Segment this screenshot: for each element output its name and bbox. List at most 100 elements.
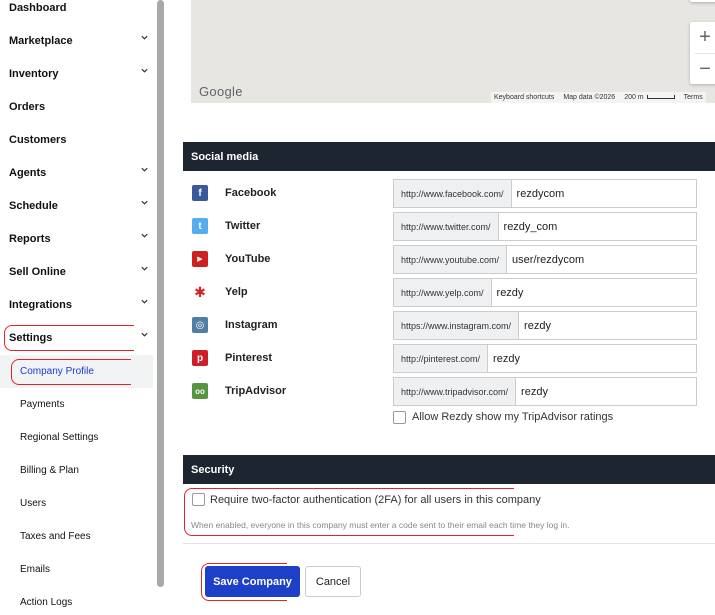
- url-input-group: https://www.instagram.com/: [393, 311, 697, 340]
- pinterest-icon: p: [192, 350, 208, 366]
- chevron-down-icon: [141, 68, 148, 73]
- url-prefix: https://www.instagram.com/: [394, 312, 520, 339]
- chevron-down-icon: [141, 233, 148, 238]
- sidebar-item-inventory[interactable]: Inventory: [0, 57, 155, 90]
- url-prefix: http://www.tripadvisor.com/: [394, 378, 517, 405]
- map-zoom-controls: + −: [690, 22, 715, 84]
- social-row-instagram: ◎ Instagram https://www.instagram.com/: [191, 311, 698, 340]
- sidebar-item-label: Settings: [9, 331, 53, 344]
- social-media-header: Social media: [183, 142, 715, 171]
- keyboard-shortcuts-link[interactable]: Keyboard shortcuts: [494, 94, 554, 101]
- facebook-handle-input[interactable]: [511, 180, 696, 207]
- sidebar-subitem-label: Company Profile: [20, 366, 94, 377]
- sidebar-subitem-action-logs[interactable]: Action Logs: [0, 586, 153, 615]
- sidebar-subitem-payments[interactable]: Payments: [0, 388, 153, 421]
- social-row-facebook: f Facebook http://www.facebook.com/: [191, 179, 698, 208]
- tripadvisor-ratings-checkbox[interactable]: [393, 411, 406, 424]
- url-input-group: http://www.twitter.com/: [393, 212, 697, 241]
- map-control-button[interactable]: [690, 0, 715, 2]
- twofa-label: Require two-factor authentication (2FA) …: [210, 494, 541, 506]
- social-label: Yelp: [225, 286, 248, 298]
- sidebar-item-reports[interactable]: Reports: [0, 222, 155, 255]
- sidebar-item-marketplace[interactable]: Marketplace: [0, 24, 155, 57]
- pinterest-handle-input[interactable]: [488, 345, 689, 372]
- social-row-pinterest: p Pinterest http://pinterest.com/: [191, 344, 698, 373]
- url-input-group: http://www.tripadvisor.com/: [393, 377, 697, 406]
- social-label: Twitter: [225, 220, 261, 232]
- url-input-group: http://www.facebook.com/: [393, 179, 697, 208]
- sidebar-item-label: Orders: [9, 100, 46, 113]
- twofa-checkbox[interactable]: [192, 493, 205, 506]
- tripadvisor-ratings-label: Allow Rezdy show my TripAdvisor ratings: [412, 411, 614, 423]
- sidebar-item-label: Schedule: [9, 199, 58, 212]
- sidebar-item-label: Marketplace: [9, 34, 73, 47]
- map-footer: Keyboard shortcuts Map data ©2026 200 m …: [491, 92, 706, 103]
- url-prefix: http://www.yelp.com/: [394, 279, 492, 306]
- chevron-down-icon: [141, 35, 148, 40]
- instagram-handle-input[interactable]: [519, 312, 690, 339]
- sidebar-subitem-label: Regional Settings: [20, 432, 99, 443]
- sidebar-subitem-label: Taxes and Fees: [20, 531, 91, 542]
- sidebar-subitem-label: Payments: [20, 399, 65, 410]
- main-content: + − Google Keyboard shortcuts Map data ©…: [183, 0, 715, 615]
- sidebar-item-label: Dashboard: [9, 1, 67, 14]
- social-label: Facebook: [225, 187, 277, 199]
- sidebar-subitem-label: Users: [20, 498, 47, 509]
- zoom-out-button[interactable]: −: [690, 54, 715, 84]
- section-title: Social media: [191, 150, 259, 163]
- google-logo: Google: [199, 84, 243, 99]
- social-row-youtube: ▶ YouTube http://www.youtube.com/: [191, 245, 698, 274]
- url-input-group: http://www.youtube.com/: [393, 245, 697, 274]
- url-prefix: http://www.twitter.com/: [394, 213, 499, 240]
- sidebar-item-agents[interactable]: Agents: [0, 156, 155, 189]
- chevron-down-icon: [141, 167, 148, 172]
- security-header: Security: [183, 455, 715, 484]
- chevron-down-icon: [141, 299, 148, 304]
- youtube-handle-input[interactable]: [507, 246, 688, 273]
- save-company-button[interactable]: Save Company: [205, 566, 300, 597]
- sidebar-item-label: Sell Online: [9, 265, 66, 278]
- instagram-icon: ◎: [192, 317, 208, 333]
- sidebar-scrollbar[interactable]: [157, 0, 164, 587]
- section-title: Security: [191, 463, 235, 476]
- location-map[interactable]: + − Google Keyboard shortcuts Map data ©…: [191, 0, 715, 103]
- social-label: Instagram: [225, 319, 278, 331]
- sidebar-item-label: Customers: [9, 133, 67, 146]
- facebook-icon: f: [192, 185, 208, 201]
- yelp-icon: ✱: [192, 284, 208, 300]
- sidebar-item-settings[interactable]: Settings: [0, 321, 155, 354]
- sidebar-item-sell-online[interactable]: Sell Online: [0, 255, 155, 288]
- sidebar-subitem-label: Action Logs: [20, 597, 73, 608]
- yelp-handle-input[interactable]: [491, 279, 692, 306]
- sidebar-item-label: Reports: [9, 232, 51, 245]
- map-scale[interactable]: 200 m: [624, 94, 675, 101]
- sidebar-subitem-users[interactable]: Users: [0, 487, 153, 520]
- twitter-icon: t: [192, 218, 208, 234]
- chevron-down-icon: [141, 200, 148, 205]
- url-prefix: http://www.youtube.com/: [394, 246, 508, 273]
- sidebar-subitem-label: Billing & Plan: [20, 465, 79, 476]
- sidebar-subitem-company-profile[interactable]: Company Profile: [0, 355, 153, 388]
- url-prefix: http://pinterest.com/: [394, 345, 489, 372]
- scale-bar: [646, 95, 675, 99]
- twitter-handle-input[interactable]: [498, 213, 689, 240]
- sidebar-item-schedule[interactable]: Schedule: [0, 189, 155, 222]
- section-divider: [183, 543, 715, 544]
- sidebar-item-orders[interactable]: Orders: [0, 90, 155, 123]
- sidebar-item-label: Integrations: [9, 298, 72, 311]
- tripadvisor-handle-input[interactable]: [516, 378, 687, 405]
- sidebar-subitem-emails[interactable]: Emails: [0, 553, 153, 586]
- chevron-down-icon: [141, 332, 148, 337]
- cancel-button[interactable]: Cancel: [305, 566, 361, 597]
- sidebar-subitem-regional-settings[interactable]: Regional Settings: [0, 421, 153, 454]
- social-label: TripAdvisor: [225, 385, 287, 397]
- social-label: YouTube: [225, 253, 271, 265]
- sidebar-subitem-billing-plan[interactable]: Billing & Plan: [0, 454, 153, 487]
- zoom-in-button[interactable]: +: [690, 22, 715, 52]
- sidebar-item-integrations[interactable]: Integrations: [0, 288, 155, 321]
- sidebar-item-customers[interactable]: Customers: [0, 123, 155, 156]
- terms-link[interactable]: Terms: [684, 94, 703, 101]
- social-row-tripadvisor: oo TripAdvisor http://www.tripadvisor.co…: [191, 377, 698, 406]
- sidebar-subitem-taxes-fees[interactable]: Taxes and Fees: [0, 520, 153, 553]
- sidebar-item-dashboard[interactable]: Dashboard: [0, 0, 155, 24]
